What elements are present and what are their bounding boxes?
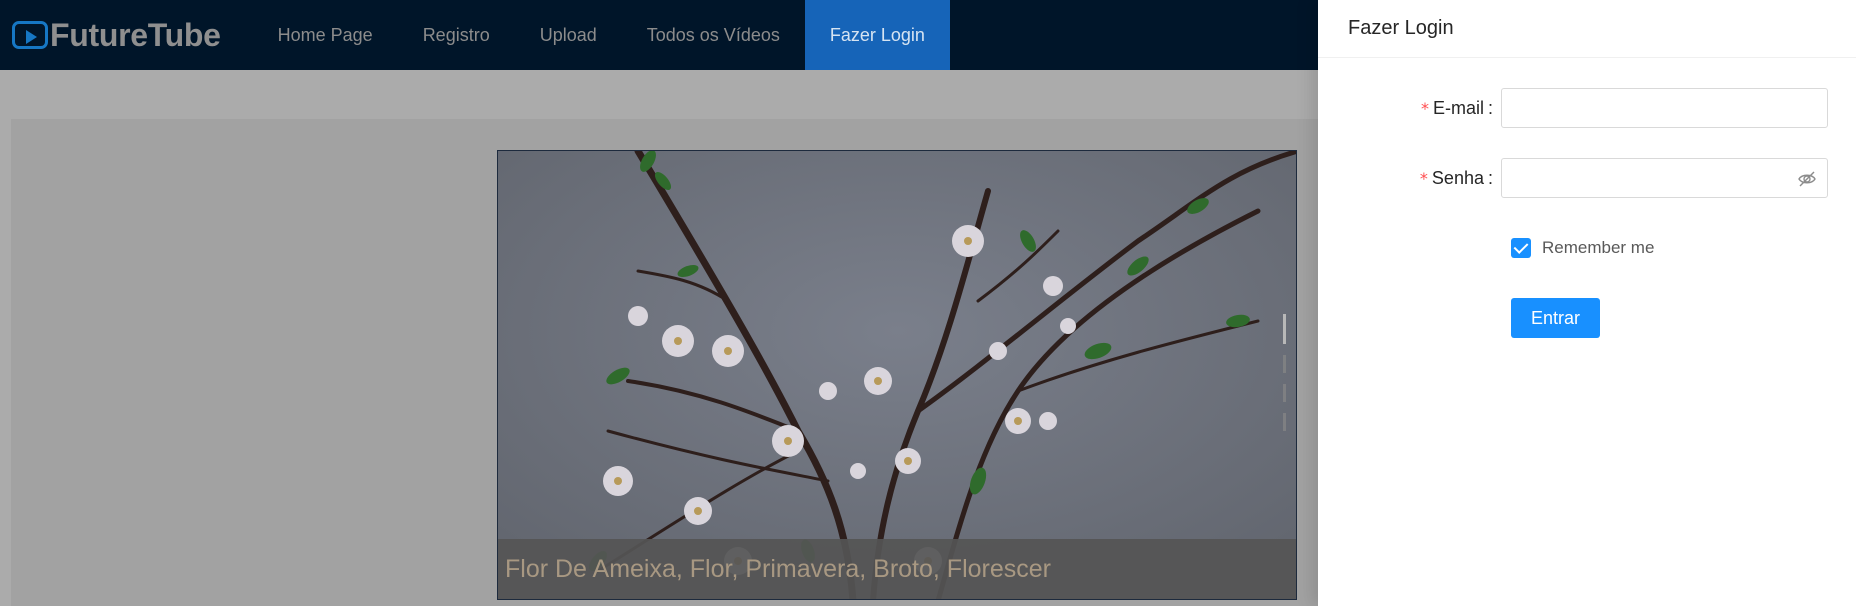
- drawer-title: Fazer Login: [1348, 17, 1454, 39]
- entrar-button[interactable]: Entrar: [1511, 298, 1600, 338]
- eye-invisible-icon[interactable]: [1797, 169, 1817, 189]
- email-field[interactable]: [1501, 88, 1828, 128]
- password-field[interactable]: [1501, 158, 1828, 198]
- remember-label[interactable]: Remember me: [1542, 238, 1654, 258]
- password-row: * Senha:: [1318, 158, 1828, 198]
- remember-row: Remember me: [1511, 238, 1654, 258]
- nav-home-page[interactable]: Home Page: [253, 0, 398, 70]
- carousel-dot[interactable]: [1283, 384, 1286, 402]
- required-mark: *: [1420, 98, 1429, 118]
- carousel-dot[interactable]: [1283, 314, 1286, 344]
- login-drawer: Fazer Login * E-mail: * Senha: Remember me…: [1318, 0, 1856, 606]
- image-caption-bar: Flor De Ameixa, Flor, Primavera, Broto, …: [498, 539, 1296, 599]
- remember-checkbox[interactable]: [1511, 238, 1531, 258]
- nav-registro[interactable]: Registro: [398, 0, 515, 70]
- email-row: * E-mail:: [1318, 88, 1828, 128]
- plum-blossom-image: [498, 151, 1296, 599]
- site-logo[interactable]: FutureTube: [0, 0, 221, 70]
- email-label: * E-mail:: [1420, 97, 1493, 118]
- image-caption: Flor De Ameixa, Flor, Primavera, Broto, …: [505, 554, 1051, 583]
- hero-carousel[interactable]: Flor De Ameixa, Flor, Primavera, Broto, …: [497, 150, 1297, 600]
- carousel-indicators: [1283, 314, 1286, 431]
- carousel-dot[interactable]: [1283, 413, 1286, 431]
- carousel-dot[interactable]: [1283, 355, 1286, 373]
- nav-todos-os-videos[interactable]: Todos os Vídeos: [622, 0, 805, 70]
- password-label: * Senha:: [1419, 167, 1493, 188]
- nav-fazer-login[interactable]: Fazer Login: [804, 0, 950, 70]
- required-mark: *: [1419, 168, 1428, 188]
- nav-upload[interactable]: Upload: [515, 0, 622, 70]
- drawer-header: Fazer Login: [1318, 0, 1856, 58]
- logo-text: FutureTube: [50, 16, 221, 53]
- play-icon: [12, 21, 48, 49]
